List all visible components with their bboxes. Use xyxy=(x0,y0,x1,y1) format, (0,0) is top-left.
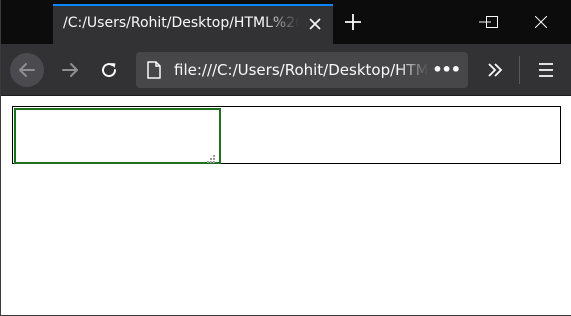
overflow-button[interactable] xyxy=(479,53,511,87)
url-text[interactable]: file:///C:/Users/Rohit/Desktop/HTML%20De… xyxy=(174,61,428,79)
page-content xyxy=(2,96,571,315)
text-area[interactable] xyxy=(14,108,221,164)
page-icon xyxy=(146,61,162,83)
bordered-container xyxy=(12,106,561,164)
reload-button[interactable] xyxy=(92,53,126,87)
close-icon[interactable] xyxy=(307,16,323,32)
tab-title: /C:/Users/Rohit/Desktop/HTML%20Dem xyxy=(63,15,299,31)
hamburger-icon xyxy=(539,63,553,77)
url-bar[interactable]: file:///C:/Users/Rohit/Desktop/HTML%20De… xyxy=(136,52,468,88)
reload-icon xyxy=(102,63,117,78)
forward-button[interactable] xyxy=(53,53,87,87)
arrow-right-icon xyxy=(62,63,78,77)
toolbar-divider xyxy=(519,56,520,84)
window-close-button[interactable] xyxy=(518,4,564,40)
browser-tab[interactable]: /C:/Users/Rohit/Desktop/HTML%20Dem xyxy=(53,4,333,44)
close-icon xyxy=(535,16,547,28)
maximize-button[interactable] xyxy=(469,4,515,40)
page-actions-button[interactable]: ••• xyxy=(432,62,461,78)
resize-grip-icon[interactable] xyxy=(206,149,216,163)
arrow-left-icon xyxy=(19,63,35,77)
menu-button[interactable] xyxy=(529,53,563,87)
browser-window: /C:/Users/Rohit/Desktop/HTML%20Dem xyxy=(0,0,571,316)
navigation-toolbar: file:///C:/Users/Rohit/Desktop/HTML%20De… xyxy=(1,44,571,96)
plus-icon[interactable] xyxy=(343,12,363,32)
maximize-icon xyxy=(486,16,498,28)
tab-active-indicator xyxy=(53,4,333,6)
back-button[interactable] xyxy=(10,53,44,87)
double-chevron-icon xyxy=(488,63,503,77)
title-bar: /C:/Users/Rohit/Desktop/HTML%20Dem xyxy=(1,0,571,44)
